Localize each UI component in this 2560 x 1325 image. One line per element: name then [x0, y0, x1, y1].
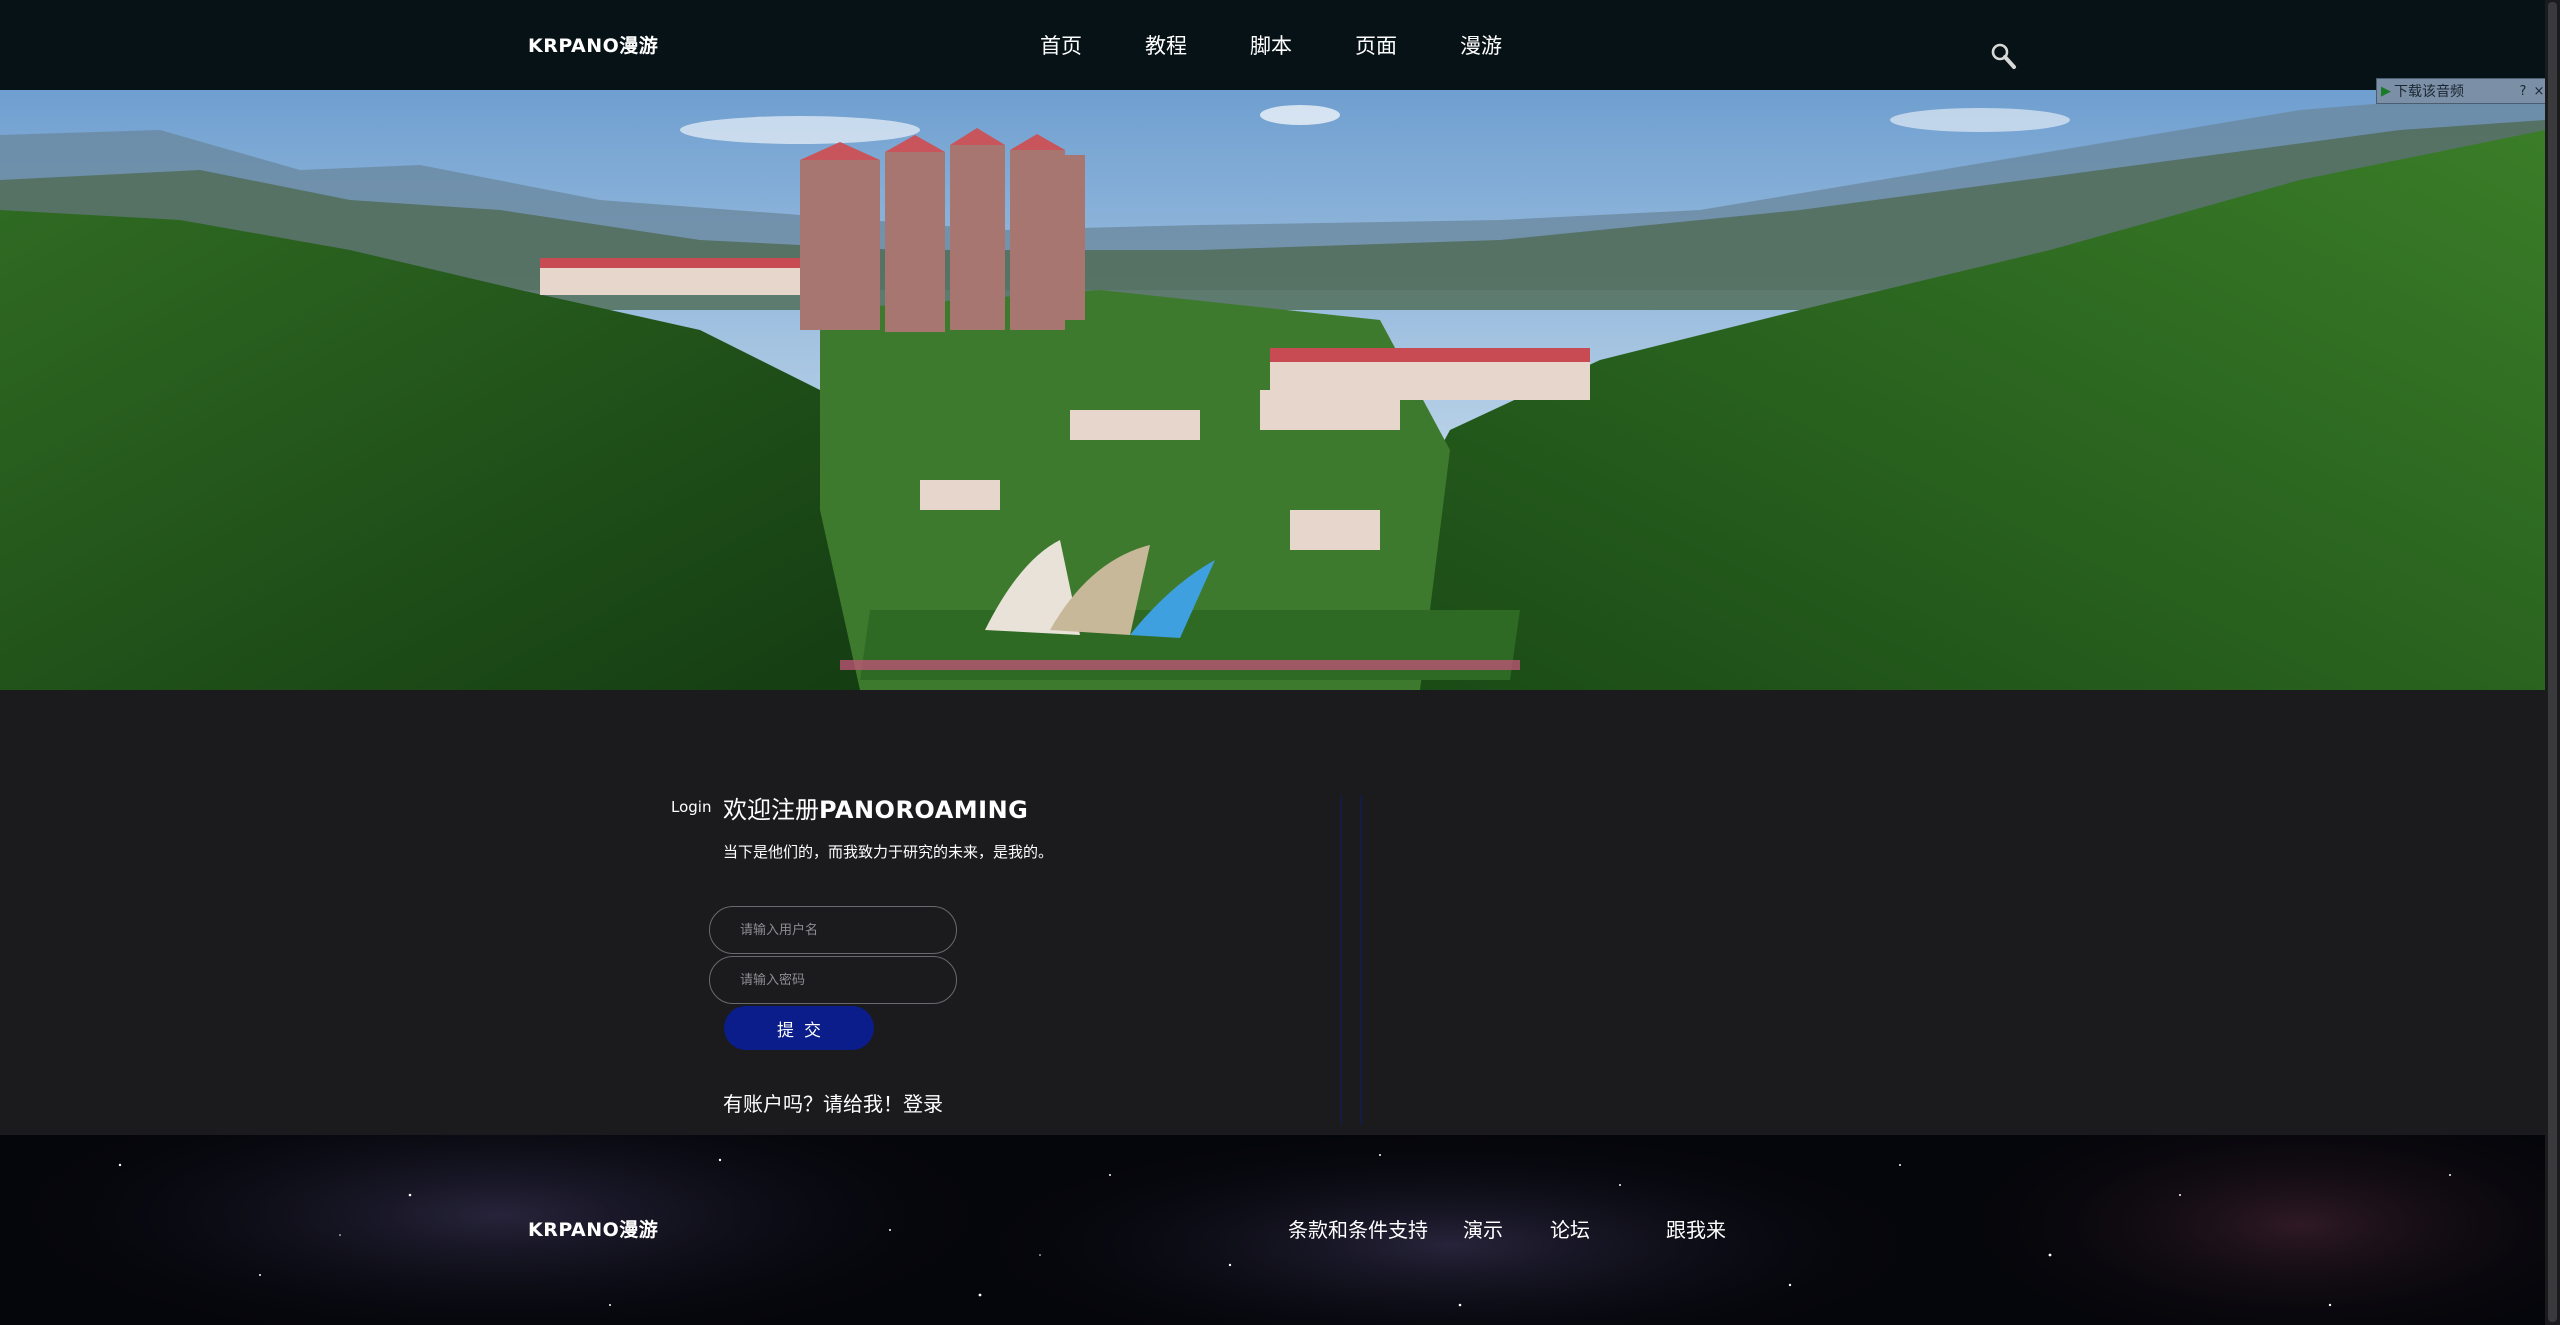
search-icon [1991, 43, 2016, 69]
title-prefix: 欢迎注册 [723, 796, 819, 824]
nav-item-pages[interactable]: 页面 [1355, 30, 1397, 60]
divider-line [1340, 795, 1342, 1125]
hero-panorama-image [0, 90, 2545, 690]
audio-download-label[interactable]: 下载该音频 [2394, 81, 2515, 101]
login-side-label: Login [671, 798, 712, 816]
footer-link-terms[interactable]: 条款和条件支持 [1288, 1214, 1428, 1243]
starfield-background [0, 1135, 2545, 1325]
footer-logo[interactable]: KRPANO漫游 [528, 1215, 658, 1242]
play-icon[interactable]: ▶ [2381, 84, 2391, 99]
page-scrollbar[interactable] [2545, 0, 2560, 1325]
audio-player-widget: ▶ 下载该音频 ? × [2376, 78, 2548, 104]
search-button[interactable] [1990, 42, 2018, 72]
main-nav: 首页 教程 脚本 页面 漫游 [1040, 30, 1565, 60]
login-subtitle: 当下是他们的，而我致力于研究的未来，是我的。 [723, 843, 1054, 861]
login-section: Login 欢迎注册PANOROAMING 当下是他们的，而我致力于研究的未来，… [0, 690, 2545, 1135]
nav-item-tours[interactable]: 漫游 [1460, 30, 1502, 60]
title-brand: PANOROAMING [819, 796, 1029, 824]
submit-button[interactable]: 提交 [724, 1006, 874, 1050]
divider-line [1360, 795, 1362, 1125]
account-prompt-text: 有账户吗？请给我！ [723, 1092, 903, 1116]
help-icon[interactable]: ? [2515, 84, 2531, 99]
footer-link-follow[interactable]: 跟我来 [1666, 1214, 1726, 1243]
page-title: 欢迎注册PANOROAMING [723, 790, 1028, 825]
login-link[interactable]: 登录 [903, 1092, 943, 1116]
footer: KRPANO漫游 条款和条件支持 演示 论坛 跟我来 [0, 1135, 2545, 1325]
username-field[interactable] [709, 906, 957, 954]
top-header: KRPANO漫游 首页 教程 脚本 页面 漫游 [0, 0, 2545, 90]
scrollbar-thumb[interactable] [2548, 2, 2557, 1322]
footer-link-demo[interactable]: 演示 [1463, 1214, 1503, 1243]
account-prompt: 有账户吗？请给我！登录 [723, 1088, 943, 1117]
nav-item-tutorials[interactable]: 教程 [1145, 30, 1187, 60]
footer-link-forum[interactable]: 论坛 [1550, 1214, 1590, 1243]
password-field[interactable] [709, 956, 957, 1004]
nav-item-scripts[interactable]: 脚本 [1250, 30, 1292, 60]
header-logo[interactable]: KRPANO漫游 [528, 31, 658, 58]
nav-item-home[interactable]: 首页 [1040, 30, 1082, 60]
